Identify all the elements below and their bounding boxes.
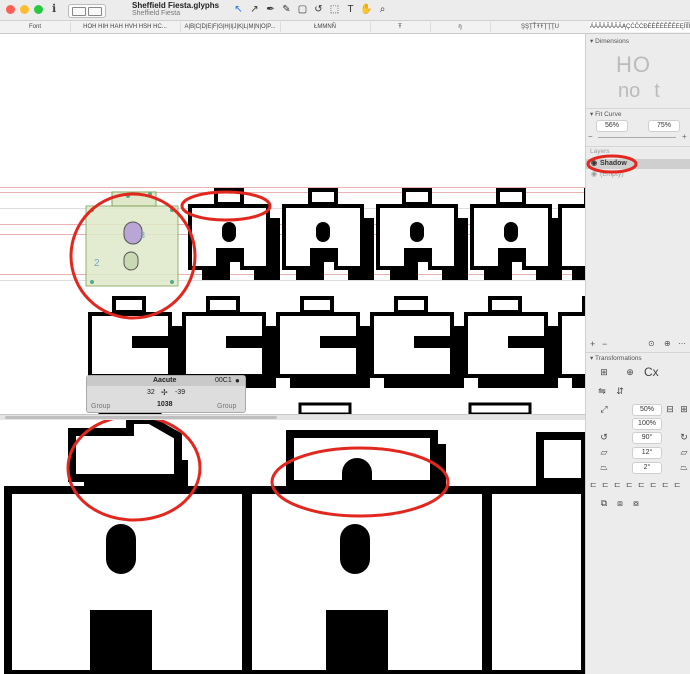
divider <box>586 146 690 147</box>
rotate-right-icon[interactable]: ↻ <box>678 432 690 443</box>
glyph-aacute-edit: 2 3 <box>85 191 179 287</box>
info-icon[interactable]: ℹ <box>52 2 56 15</box>
layer-options-icon[interactable]: ⊙ <box>648 339 655 348</box>
dimensions-preview-lower: no t <box>618 80 660 102</box>
glyph-x[interactable]: 32 <box>147 389 155 396</box>
glyph-preview: 2 3 <box>69 188 585 414</box>
window-subtitle: Sheffield Fiesta <box>132 10 181 17</box>
edit-tab-bar: Font HOH HIH HAH HVH HSH HC... A|B|C|D|E… <box>0 21 690 34</box>
align-left-icon[interactable]: ⊏ <box>590 480 597 489</box>
slant-icon[interactable]: ▱ <box>598 447 610 458</box>
rotate-field[interactable]: 90° <box>632 432 662 444</box>
position-crosshair-icon: ✢ <box>161 388 168 397</box>
svg-text:2: 2 <box>94 258 100 269</box>
select-arrow-alt-icon[interactable]: ↗ <box>248 3 261 16</box>
select-arrow-icon[interactable]: ↖ <box>232 3 245 16</box>
scale-down-icon[interactable]: ⊟ <box>664 404 676 415</box>
scale-field-2[interactable]: 100% <box>632 418 662 430</box>
left-metric-label[interactable]: Group <box>91 403 110 410</box>
skew-right-icon[interactable]: ⏢ <box>678 462 690 473</box>
transformations-title: ▾ Transformations <box>590 355 642 362</box>
flip-icon[interactable]: ⇵ <box>614 386 626 397</box>
fit-curve-title: ▾ Fit Curve <box>590 111 622 118</box>
grid-view-icon[interactable] <box>72 7 86 16</box>
tab-accented[interactable]: ÁÀÂÄÃÅĀĂĄÇĆĈĊĐÉÈÊËĒĚĔĖĘÍÌÎÏĨĮ... <box>590 22 690 32</box>
align-bottom-icon[interactable]: ⊏ <box>650 480 657 489</box>
slant-right-icon[interactable]: ▱ <box>678 447 690 458</box>
rotate-icon[interactable]: ↺ <box>312 3 325 16</box>
remove-layer-icon[interactable]: − <box>602 339 607 349</box>
fit-curve-slider[interactable] <box>598 137 676 138</box>
copy-layer-icon[interactable]: ⊕ <box>664 339 671 348</box>
align-grid-icon[interactable]: ⊞ <box>598 367 610 378</box>
minimize-window-button[interactable] <box>20 5 29 14</box>
zoom-icon[interactable]: ⌕ <box>376 3 389 16</box>
boolean-union-icon[interactable]: ⧉ <box>598 498 610 509</box>
palette-panel: ▾ Dimensions HO no t ▾ Fit Curve 56% 75% … <box>585 34 690 674</box>
window-title: Sheffield Fiesta.glyphs <box>132 1 220 10</box>
boolean-subtract-icon[interactable]: ⧈ <box>614 498 626 509</box>
preview-canvas-bottom[interactable] <box>0 420 585 674</box>
glyph-width[interactable]: 1038 <box>157 401 173 408</box>
distribute-v-icon[interactable]: ⊏ <box>674 480 681 489</box>
dimensions-title: ▾ Dimensions <box>590 38 630 45</box>
fit-curve-max-field[interactable]: 75% <box>648 120 680 132</box>
hand-icon[interactable]: ✋ <box>360 3 373 16</box>
glyph-y[interactable]: -39 <box>175 389 185 396</box>
rectangle-icon[interactable]: ▢ <box>296 3 309 16</box>
slant-field[interactable]: 12° <box>632 447 662 459</box>
edit-canvas-top[interactable]: 2 3 Aacute 00C1 ● 32 ✢ -39 Group 1038 Gr… <box>0 34 585 414</box>
right-metric-label[interactable]: Group <box>217 403 236 410</box>
zoom-window-button[interactable] <box>34 5 43 14</box>
fit-curve-min-field[interactable]: 56% <box>596 120 628 132</box>
fit-curve-plus-icon[interactable]: + <box>682 132 687 141</box>
origin-crosshair-icon[interactable]: ⊕ <box>624 367 636 378</box>
annotation-circle-layer <box>586 154 638 174</box>
tab-eng[interactable]: ŋ <box>430 22 491 32</box>
tab-alphabet[interactable]: A|B|C|D|E|F|G|H|I|J|K|L|M|N|O|P... <box>180 22 281 32</box>
scale-icon[interactable]: ⬚ <box>328 3 341 16</box>
align-right-icon[interactable]: ⊏ <box>614 480 621 489</box>
mirror-icon[interactable]: ⇋ <box>596 386 608 397</box>
glyph-unicode[interactable]: 00C1 <box>215 377 232 384</box>
skew-icon[interactable]: ⏢ <box>598 462 610 473</box>
fit-curve-minus-icon[interactable]: − <box>588 132 593 141</box>
pencil-icon[interactable]: ✎ <box>280 3 293 16</box>
add-layer-icon[interactable]: + <box>590 339 595 349</box>
draw-pen-icon[interactable]: ✒ <box>264 3 277 16</box>
horizontal-scrollbar[interactable] <box>5 416 277 419</box>
close-window-button[interactable] <box>6 5 15 14</box>
glyph-preview-large <box>4 420 585 674</box>
tab-tbar[interactable]: Ŧ <box>370 22 431 32</box>
transform-cx-label[interactable]: Cx <box>644 365 659 379</box>
tab-font[interactable]: Font <box>0 22 71 32</box>
view-mode-switch[interactable] <box>68 4 106 18</box>
glyph-name[interactable]: Aacute <box>153 377 176 384</box>
tab-s-t-string[interactable]: ŞŞŢŤŦŦŢŢŢU <box>490 22 591 32</box>
align-center-icon[interactable]: ⊏ <box>602 480 609 489</box>
skew-field[interactable]: 2° <box>632 462 662 474</box>
dimensions-preview-upper: HO <box>616 52 652 77</box>
align-buttons-row: ⊏ ⊏ ⊏ ⊏ ⊏ ⊏ ⊏ ⊏ <box>590 480 690 492</box>
layer-menu-icon[interactable]: ⋯ <box>678 339 686 348</box>
info-chevron-icon[interactable]: ● <box>235 376 240 385</box>
tab-hoh-string[interactable]: HOH HIH HAH HVH HSH HC... <box>70 22 181 32</box>
align-middle-icon[interactable]: ⊏ <box>638 480 645 489</box>
align-top-icon[interactable]: ⊏ <box>626 480 633 489</box>
scale-field[interactable]: 50% <box>632 404 662 416</box>
svg-text:3: 3 <box>140 230 145 240</box>
scale-up-icon[interactable]: ⊞ <box>678 404 690 415</box>
glyph-info-box: Aacute 00C1 ● 32 ✢ -39 Group 1038 Group <box>86 375 246 413</box>
scale-icon[interactable]: ⤢ <box>598 404 610 415</box>
divider <box>586 352 690 353</box>
window-titlebar: ℹ Sheffield Fiesta.glyphs Sheffield Fies… <box>0 0 690 21</box>
distribute-h-icon[interactable]: ⊏ <box>662 480 669 489</box>
boolean-intersect-icon[interactable]: ⧇ <box>630 498 642 509</box>
list-view-icon[interactable] <box>88 7 102 16</box>
tab-lmmn[interactable]: ŁMMNŇ <box>280 22 371 32</box>
divider <box>586 108 690 109</box>
rotate-left-icon[interactable]: ↺ <box>598 432 610 443</box>
text-icon[interactable]: T <box>344 3 357 16</box>
